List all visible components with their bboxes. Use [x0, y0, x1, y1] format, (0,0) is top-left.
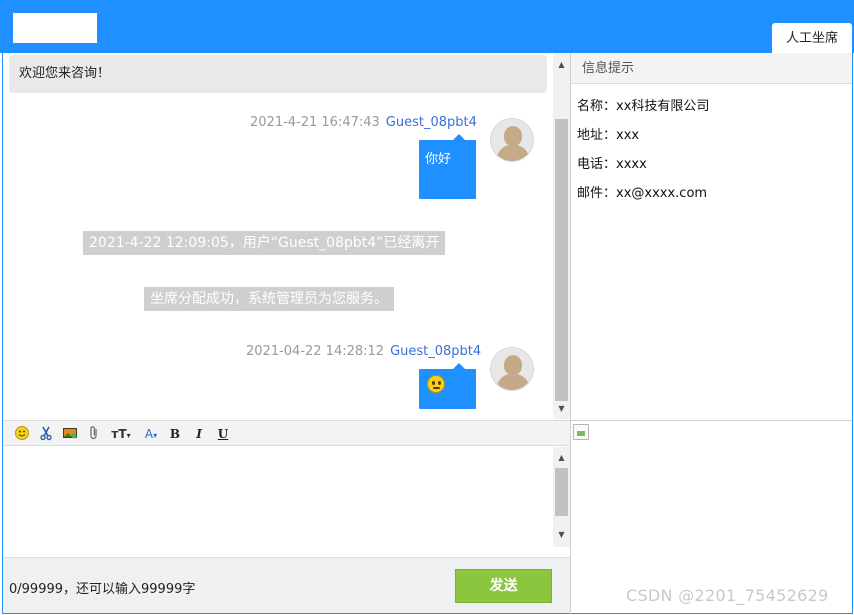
- smiley-emoji-icon: [427, 375, 445, 393]
- compose-footer: 0/99999，还可以输入99999字 发送: [3, 557, 570, 613]
- editor-toolbar: тT▾ A▾ B I U: [3, 420, 570, 446]
- message-input[interactable]: [3, 447, 553, 547]
- watermark: CSDN @2201_75452629: [626, 586, 829, 605]
- scroll-down-arrow-icon[interactable]: ▼: [553, 527, 570, 543]
- panel-divider: [570, 53, 571, 614]
- info-line-address: 地址：xxx: [577, 128, 640, 143]
- info-line-email: 邮件：xx@xxxx.com: [577, 186, 708, 201]
- logo: [13, 13, 97, 43]
- italic-icon[interactable]: I: [191, 425, 207, 443]
- chat-scrollbar[interactable]: ▲ ▼: [553, 53, 570, 419]
- info-panel-title: 信息提示: [571, 53, 852, 84]
- panel-divider: [571, 420, 852, 421]
- input-scrollbar[interactable]: ▲ ▼: [553, 447, 570, 547]
- chat-history: 欢迎您来咨询！ 2021-4-21 16:47:43 Guest_08pbt4 你…: [3, 53, 553, 419]
- system-message: 2021-4-22 12:09:05，用户“Guest_08pbt4”已经离开: [83, 231, 446, 255]
- message-time: 2021-04-22 14:28:12: [246, 344, 385, 359]
- scrollbar-thumb[interactable]: [555, 468, 568, 516]
- tab-human-agent[interactable]: 人工坐席: [772, 23, 852, 53]
- bold-icon[interactable]: B: [167, 425, 183, 443]
- underline-icon[interactable]: U: [215, 425, 231, 443]
- message-meta: 2021-4-21 16:47:43 Guest_08pbt4: [250, 115, 477, 130]
- send-button[interactable]: 发送: [455, 569, 552, 603]
- attachment-icon[interactable]: [85, 425, 103, 443]
- message-sender[interactable]: Guest_08pbt4: [386, 115, 477, 130]
- character-counter: 0/99999，还可以输入99999字: [9, 582, 196, 597]
- message-sender[interactable]: Guest_08pbt4: [390, 344, 481, 359]
- scrollbar-thumb[interactable]: [555, 119, 568, 401]
- emoji-icon[interactable]: [13, 425, 31, 443]
- message-meta: 2021-04-22 14:28:12 Guest_08pbt4: [246, 344, 481, 359]
- top-bar: 人工坐席: [0, 0, 854, 53]
- screenshot-scissors-icon[interactable]: [37, 425, 55, 443]
- broken-image-icon: [573, 424, 589, 440]
- system-message: 坐席分配成功，系统管理员为您服务。: [144, 287, 394, 311]
- font-color-icon[interactable]: A▾: [141, 425, 161, 443]
- scroll-up-arrow-icon[interactable]: ▲: [553, 450, 570, 466]
- info-line-phone: 电话：xxxx: [577, 157, 647, 172]
- message-time: 2021-4-21 16:47:43: [250, 115, 380, 130]
- message-text: 你好: [425, 152, 452, 167]
- info-line-name: 名称：xx科技有限公司: [577, 99, 710, 114]
- message-bubble: [419, 363, 476, 409]
- scroll-up-arrow-icon[interactable]: ▲: [553, 57, 570, 73]
- font-size-icon[interactable]: тT▾: [109, 425, 133, 443]
- avatar: [490, 347, 534, 391]
- message-bubble: 你好: [419, 134, 476, 199]
- welcome-message: 欢迎您来咨询！: [9, 55, 547, 93]
- avatar: [490, 118, 534, 162]
- insert-image-icon[interactable]: [61, 425, 79, 443]
- scroll-down-arrow-icon[interactable]: ▼: [553, 401, 570, 417]
